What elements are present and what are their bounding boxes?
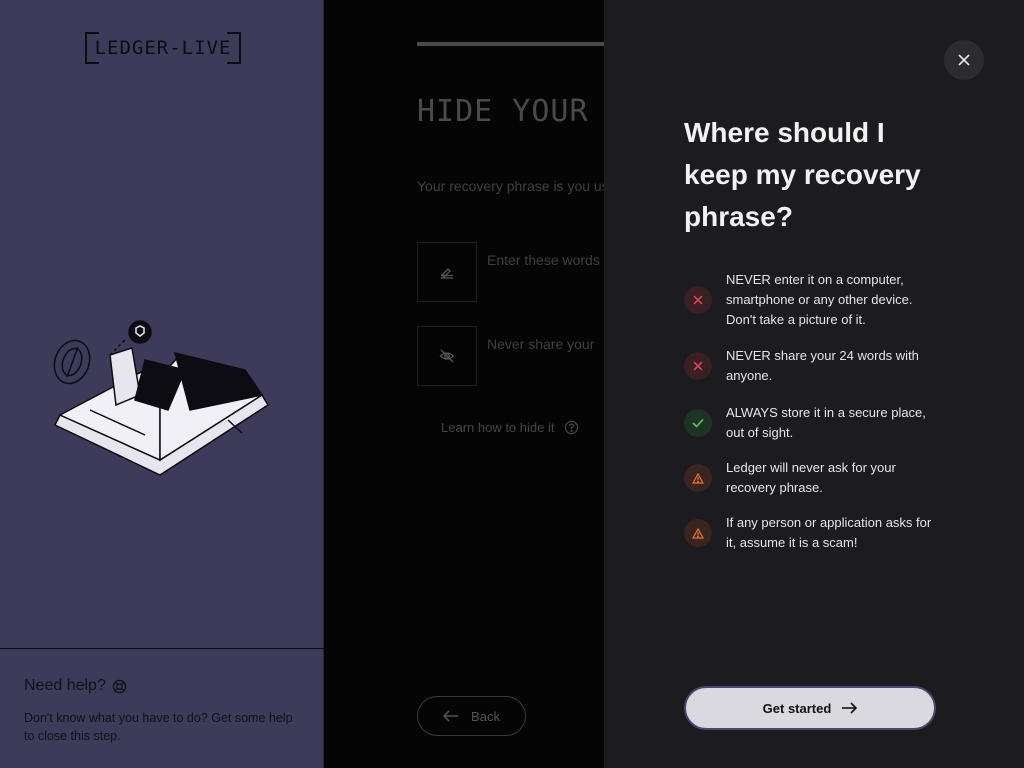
check-icon bbox=[684, 409, 712, 437]
step-title: HIDE YOUR R bbox=[417, 94, 604, 129]
ledger-live-logo: LEDGER-LIVE bbox=[85, 32, 241, 64]
learn-how-label: Learn how to hide it bbox=[441, 420, 555, 435]
question-icon bbox=[565, 420, 579, 435]
close-icon bbox=[958, 54, 970, 66]
eye-off-icon bbox=[417, 326, 477, 386]
progress-bar bbox=[417, 42, 604, 46]
tip-text: Enter these words smartphones. bbox=[487, 252, 604, 268]
open-book-illustration bbox=[53, 320, 270, 476]
back-label: Back bbox=[471, 708, 500, 724]
help-title: Need help? bbox=[24, 677, 106, 694]
get-started-button[interactable]: Get started bbox=[684, 686, 936, 730]
rule-text: If any person or application asks for it… bbox=[726, 515, 932, 550]
lifebuoy-icon[interactable] bbox=[112, 679, 127, 694]
back-button[interactable]: Back bbox=[417, 696, 526, 736]
rule-item: NEVER share your 24 words with anyone. bbox=[684, 346, 944, 386]
rule-item: If any person or application asks for it… bbox=[684, 513, 944, 553]
help-text: Don't know what you have to do? Get some… bbox=[24, 711, 293, 743]
rule-item: Ledger will never ask for your recovery … bbox=[684, 458, 944, 498]
warning-icon bbox=[684, 519, 712, 547]
sign-icon bbox=[417, 242, 477, 302]
drawer-title: Where should I keep my recovery phrase? bbox=[684, 117, 921, 232]
help-section: Need help? Don't know what you have to d… bbox=[0, 648, 324, 768]
rule-item: NEVER enter it on a computer, smartphone… bbox=[684, 270, 944, 330]
rule-text: NEVER enter it on a computer, smartphone… bbox=[726, 272, 913, 327]
rule-text: Ledger will never ask for your recovery … bbox=[726, 460, 896, 495]
recovery-phrase-drawer: Where should I keep my recovery phrase? … bbox=[604, 0, 1024, 768]
rule-text: ALWAYS store it in a secure place, out o… bbox=[726, 405, 926, 440]
tip-text: Never share your bbox=[487, 336, 595, 352]
logo-text: LEDGER-LIVE bbox=[94, 37, 232, 59]
rule-item: ALWAYS store it in a secure place, out o… bbox=[684, 403, 944, 443]
get-started-label: Get started bbox=[762, 700, 832, 716]
arrow-right-icon bbox=[842, 702, 858, 714]
cross-icon bbox=[684, 286, 712, 314]
rule-text: NEVER share your 24 words with anyone. bbox=[726, 348, 919, 383]
arrow-left-icon bbox=[443, 710, 459, 722]
cross-icon bbox=[684, 352, 712, 380]
close-button[interactable] bbox=[944, 40, 984, 80]
learn-how-link[interactable]: Learn how to hide it bbox=[441, 420, 579, 435]
tip-item: Never share your bbox=[417, 326, 604, 386]
warning-icon bbox=[684, 464, 712, 492]
sidebar: LEDGER-LIVE Need help? Don't know what y… bbox=[0, 0, 324, 768]
onboarding-step: HIDE YOUR R Your recovery phrase is you … bbox=[324, 0, 604, 768]
tip-item: Enter these words smartphones. bbox=[417, 242, 604, 302]
step-description: Your recovery phrase is you use your Nan… bbox=[417, 178, 604, 194]
